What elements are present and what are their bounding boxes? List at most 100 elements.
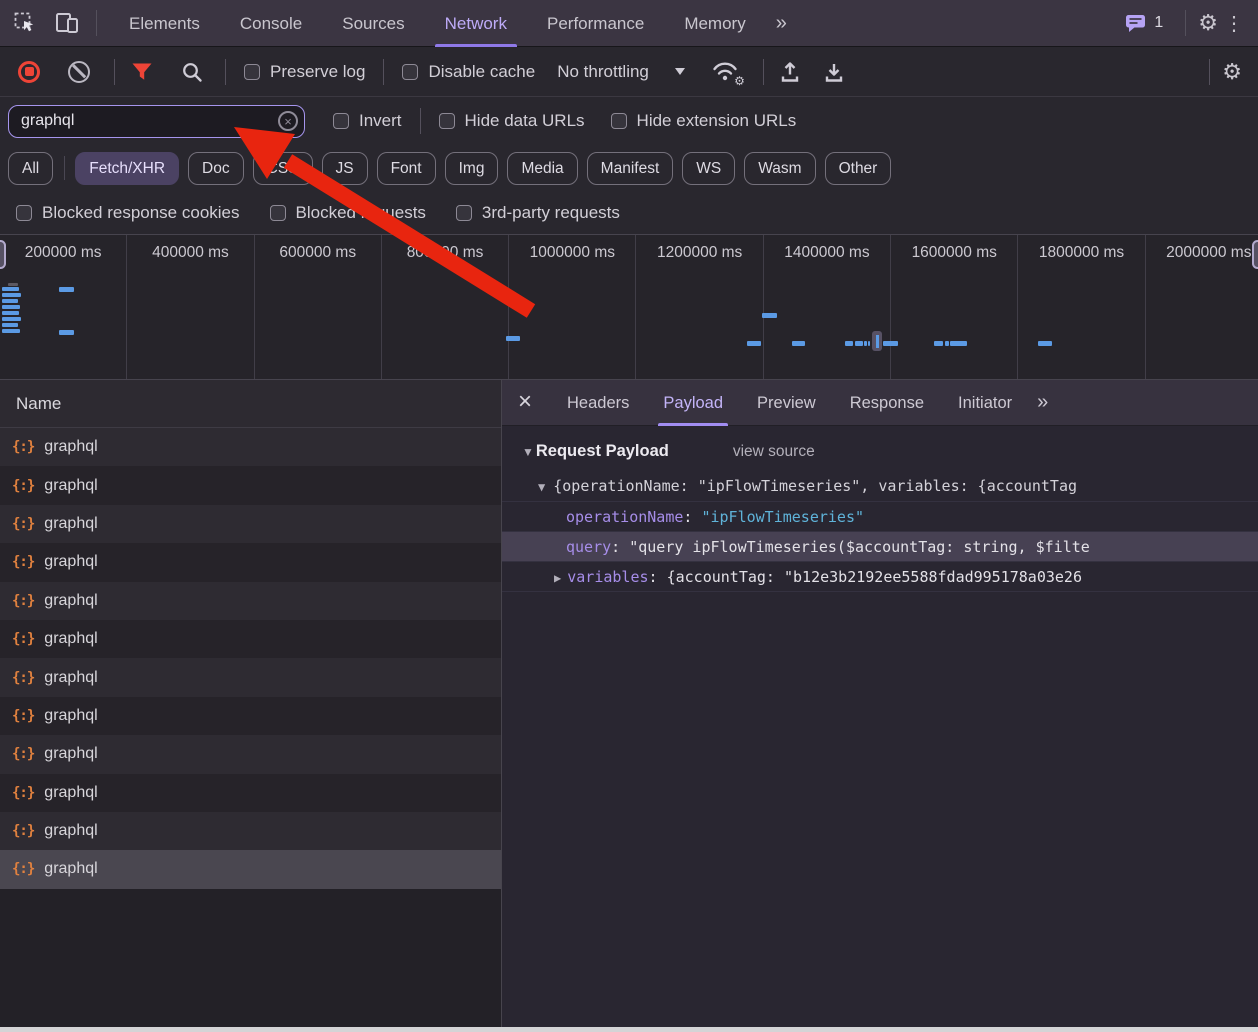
json-separator: :	[649, 568, 667, 586]
search-icon[interactable]	[181, 61, 203, 83]
network-conditions-icon[interactable]: ⚙	[711, 60, 741, 84]
tab-initiator[interactable]: Initiator	[943, 380, 1027, 426]
payload-operation-name-row[interactable]: operationName: "ipFlowTimeseries"	[502, 501, 1258, 531]
request-name: graphql	[44, 707, 97, 725]
request-row[interactable]: {:}graphql	[0, 505, 501, 543]
chip-other[interactable]: Other	[825, 152, 892, 185]
import-har-icon[interactable]	[780, 61, 800, 83]
more-detail-tabs-icon[interactable]: »	[1029, 391, 1054, 414]
checkbox[interactable]	[244, 64, 260, 80]
chip-all[interactable]: All	[8, 152, 53, 185]
disable-cache-checkbox[interactable]: Disable cache	[402, 62, 535, 82]
checkbox[interactable]	[270, 205, 286, 221]
tab-sources[interactable]: Sources	[326, 0, 420, 47]
collapse-triangle-icon[interactable]: ▼	[538, 480, 545, 494]
network-overview-timeline[interactable]: 200000 ms 400000 ms 600000 ms 800000 ms …	[0, 234, 1258, 380]
checkbox[interactable]	[439, 113, 455, 129]
blocked-requests-checkbox[interactable]: Blocked requests	[270, 203, 426, 223]
close-icon[interactable]: ×	[502, 388, 550, 418]
request-row[interactable]: {:}graphql	[0, 428, 501, 466]
payload-query-row[interactable]: query: "query ipFlowTimeseries($accountT…	[502, 531, 1258, 561]
fetch-xhr-icon: {:}	[12, 439, 34, 455]
fetch-xhr-icon: {:}	[12, 670, 34, 686]
request-row-selected[interactable]: {:}graphql	[0, 850, 501, 888]
waterfall-bar	[2, 305, 20, 309]
fetch-xhr-icon: {:}	[12, 478, 34, 494]
payload-summary-row[interactable]: ▼ {operationName: "ipFlowTimeseries", var…	[502, 471, 1258, 501]
chip-css[interactable]: CSS	[253, 152, 313, 185]
network-settings-gear-icon[interactable]: ⚙	[1222, 59, 1258, 85]
tab-console[interactable]: Console	[224, 0, 318, 47]
tab-performance[interactable]: Performance	[531, 0, 660, 47]
waterfall-bar	[945, 341, 949, 346]
request-row[interactable]: {:}graphql	[0, 582, 501, 620]
tab-elements[interactable]: Elements	[113, 0, 216, 47]
invert-label: Invert	[359, 111, 402, 131]
checkbox[interactable]	[16, 205, 32, 221]
checkbox[interactable]	[402, 64, 418, 80]
record-icon[interactable]	[18, 61, 40, 83]
chip-img[interactable]: Img	[445, 152, 499, 185]
chip-manifest[interactable]: Manifest	[587, 152, 674, 185]
tab-network[interactable]: Network	[429, 0, 523, 47]
settings-gear-icon[interactable]: ⚙	[1198, 10, 1218, 36]
view-source-link[interactable]: view source	[733, 443, 815, 461]
tab-response[interactable]: Response	[835, 380, 939, 426]
request-row[interactable]: {:}graphql	[0, 543, 501, 581]
chip-media[interactable]: Media	[507, 152, 577, 185]
chip-js[interactable]: JS	[322, 152, 368, 185]
request-row[interactable]: {:}graphql	[0, 812, 501, 850]
invert-checkbox[interactable]: Invert	[333, 111, 402, 131]
tab-memory[interactable]: Memory	[668, 0, 761, 47]
waterfall-bar	[59, 287, 74, 292]
checkbox[interactable]	[456, 205, 472, 221]
device-toolbar-icon[interactable]	[50, 6, 84, 40]
chip-doc[interactable]: Doc	[188, 152, 244, 185]
tab-headers[interactable]: Headers	[552, 380, 644, 426]
chip-ws[interactable]: WS	[682, 152, 735, 185]
tab-payload[interactable]: Payload	[648, 380, 738, 426]
throttling-select[interactable]: No throttling	[557, 62, 649, 82]
request-row[interactable]: {:}graphql	[0, 620, 501, 658]
request-name: graphql	[44, 630, 97, 648]
hide-extension-urls-checkbox[interactable]: Hide extension URLs	[611, 111, 797, 131]
page-background-strip	[0, 1027, 1258, 1032]
name-column-header[interactable]: Name	[0, 380, 501, 428]
request-row[interactable]: {:}graphql	[0, 658, 501, 696]
inspect-element-icon[interactable]	[8, 6, 42, 40]
checkbox[interactable]	[333, 113, 349, 129]
divider	[763, 59, 764, 85]
export-har-icon[interactable]	[824, 61, 844, 83]
third-party-label: 3rd-party requests	[482, 203, 620, 223]
request-row[interactable]: {:}graphql	[0, 735, 501, 773]
clear-log-icon[interactable]	[68, 61, 90, 83]
json-string-value: "ipFlowTimeseries"	[701, 508, 864, 526]
collapse-triangle-icon[interactable]: ▼	[522, 445, 534, 459]
clear-filter-icon[interactable]: ×	[278, 111, 298, 131]
chip-font[interactable]: Font	[377, 152, 436, 185]
filter-input[interactable]	[8, 105, 305, 138]
fetch-xhr-icon: {:}	[12, 554, 34, 570]
payload-variables-row[interactable]: ▶variables: {accountTag: "b12e3b2192ee55…	[502, 561, 1258, 591]
tab-preview[interactable]: Preview	[742, 380, 831, 426]
more-tabs-icon[interactable]: »	[766, 12, 795, 35]
fetch-xhr-icon: {:}	[12, 823, 34, 839]
timeline-right-handle[interactable]	[1252, 240, 1258, 269]
preserve-log-checkbox[interactable]: Preserve log	[244, 62, 365, 82]
request-row[interactable]: {:}graphql	[0, 466, 501, 504]
timeline-left-handle[interactable]	[0, 240, 6, 269]
expand-triangle-icon[interactable]: ▶	[554, 571, 561, 585]
filter-toggle-icon[interactable]	[131, 62, 153, 82]
blocked-cookies-checkbox[interactable]: Blocked response cookies	[16, 203, 240, 223]
request-row[interactable]: {:}graphql	[0, 697, 501, 735]
hide-data-urls-checkbox[interactable]: Hide data URLs	[439, 111, 585, 131]
third-party-checkbox[interactable]: 3rd-party requests	[456, 203, 620, 223]
chevron-down-icon[interactable]	[675, 68, 685, 75]
issues-button[interactable]: 1	[1125, 14, 1163, 33]
payload-summary-text: {operationName: "ipFlowTimeseries", vari…	[553, 477, 1077, 495]
chip-wasm[interactable]: Wasm	[744, 152, 815, 185]
request-row[interactable]: {:}graphql	[0, 774, 501, 812]
checkbox[interactable]	[611, 113, 627, 129]
menu-dots-icon[interactable]: ⋮	[1218, 11, 1258, 36]
chip-fetch-xhr[interactable]: Fetch/XHR	[75, 152, 179, 185]
